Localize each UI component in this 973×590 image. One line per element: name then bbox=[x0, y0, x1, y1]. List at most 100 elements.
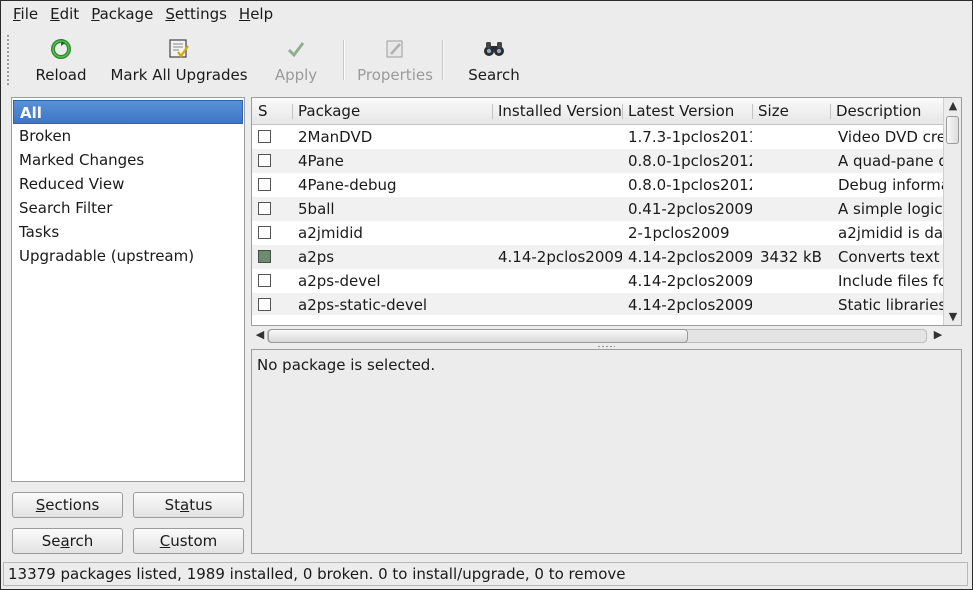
column-header-package[interactable]: Package bbox=[292, 98, 492, 125]
menu-settings-mnemonic: S bbox=[165, 5, 175, 23]
menu-file[interactable]: File bbox=[7, 2, 44, 26]
menu-file-label: ile bbox=[20, 5, 39, 23]
table-header: S Package Installed Version Latest Versi… bbox=[252, 98, 943, 125]
latest-version: 1.7.3-1pclos2011 bbox=[628, 128, 752, 146]
filter-item-reduced-view[interactable]: Reduced View bbox=[13, 172, 243, 196]
search-button[interactable]: Search bbox=[464, 32, 524, 88]
toolbar-grip[interactable] bbox=[6, 34, 10, 86]
table-row[interactable]: a2jmidid 2-1pclos2009 a2jmidid is dae bbox=[252, 221, 943, 245]
status-checkbox[interactable] bbox=[258, 274, 271, 287]
latest-version: 2-1pclos2009 bbox=[628, 224, 730, 242]
column-header-size[interactable]: Size bbox=[752, 98, 830, 125]
menu-settings-label: ettings bbox=[174, 5, 227, 23]
status-checkbox[interactable] bbox=[258, 298, 271, 311]
filter-item-tasks[interactable]: Tasks bbox=[13, 220, 243, 244]
toolbar: Reload Mark All Upgrades Apply Propertie… bbox=[0, 30, 973, 90]
latest-version: 4.14-2pclos2009 bbox=[628, 272, 752, 290]
package-details-pane: No package is selected. bbox=[251, 349, 962, 554]
package-name: a2ps-devel bbox=[298, 272, 381, 290]
status-bar: 13379 packages listed, 1989 installed, 0… bbox=[3, 562, 968, 586]
status-label: tus bbox=[189, 496, 213, 514]
table-row[interactable]: 5ball 0.41-2pclos2009 A simple logic bbox=[252, 197, 943, 221]
package-name: 5ball bbox=[298, 200, 335, 218]
installed-version bbox=[498, 149, 622, 173]
filter-item-all[interactable]: All bbox=[13, 100, 243, 124]
properties-button[interactable]: Properties bbox=[352, 32, 438, 88]
menu-package[interactable]: Package bbox=[85, 2, 159, 26]
package-name: 4Pane bbox=[298, 152, 344, 170]
menu-edit-label: dit bbox=[59, 5, 80, 23]
package-name: 4Pane-debug bbox=[298, 176, 397, 194]
latest-version: 4.14-2pclos2009 bbox=[628, 248, 752, 266]
package-name: a2jmidid bbox=[298, 224, 363, 242]
package-description: Include files fo bbox=[838, 272, 943, 290]
package-description: Static libraries bbox=[838, 296, 943, 314]
package-description: Converts text bbox=[838, 248, 940, 266]
menu-edit[interactable]: Edit bbox=[44, 2, 85, 26]
properties-label: Properties bbox=[357, 66, 433, 84]
package-description: Debug informa bbox=[838, 176, 943, 194]
package-size bbox=[760, 293, 830, 315]
vertical-scroll-thumb[interactable] bbox=[946, 116, 959, 144]
filter-item-search-filter[interactable]: Search Filter bbox=[13, 196, 243, 220]
package-description: a2jmidid is dae bbox=[838, 224, 943, 242]
menu-settings[interactable]: Settings bbox=[159, 2, 233, 26]
menu-help[interactable]: Help bbox=[233, 2, 279, 26]
column-header-description[interactable]: Description bbox=[830, 98, 943, 125]
horizontal-scroll-thumb[interactable] bbox=[268, 329, 688, 343]
package-size bbox=[760, 197, 830, 221]
status-text: 13379 packages listed, 1989 installed, 0… bbox=[8, 565, 626, 583]
reload-icon bbox=[50, 38, 72, 60]
column-header-latest-version[interactable]: Latest Version bbox=[622, 98, 752, 125]
menu-file-mnemonic: F bbox=[13, 5, 21, 23]
status-button[interactable]: St a tus bbox=[133, 492, 244, 518]
table-row[interactable]: a2ps-static-devel 4.14-2pclos2009 Static… bbox=[252, 293, 943, 315]
toolbar-separator bbox=[442, 40, 444, 80]
package-name: 2ManDVD bbox=[298, 128, 373, 146]
custom-button[interactable]: Custom bbox=[133, 528, 244, 554]
filter-item-upgradable[interactable]: Upgradable (upstream) bbox=[13, 244, 243, 268]
package-size bbox=[760, 221, 830, 245]
horizontal-scroll-track[interactable] bbox=[267, 329, 927, 343]
package-name: a2ps-static-devel bbox=[298, 296, 428, 314]
status-checkbox[interactable] bbox=[258, 202, 271, 215]
search-view-button[interactable]: Se a rch bbox=[12, 528, 123, 554]
vertical-scrollbar[interactable]: ▲ ▼ bbox=[943, 98, 961, 325]
package-description: A quad-pane d bbox=[838, 152, 943, 170]
status-checkbox[interactable] bbox=[258, 178, 271, 191]
table-row[interactable]: a2ps-devel 4.14-2pclos2009 Include files… bbox=[252, 269, 943, 293]
scroll-up-icon[interactable]: ▲ bbox=[944, 99, 961, 112]
table-row[interactable]: 4Pane-debug 0.8.0-1pclos2012 Debug infor… bbox=[252, 173, 943, 197]
package-description: A simple logic bbox=[838, 200, 943, 218]
custom-mnemonic: C bbox=[159, 532, 171, 550]
horizontal-scrollbar[interactable]: ◀ ▶ bbox=[251, 327, 962, 345]
package-size: 3432 kB bbox=[760, 248, 822, 266]
table-row[interactable]: 4Pane 0.8.0-1pclos2012 A quad-pane d bbox=[252, 149, 943, 173]
latest-version: 4.14-2pclos2009 bbox=[628, 296, 752, 314]
table-row[interactable]: a2ps 4.14-2pclos2009 4.14-2pclos2009 343… bbox=[252, 245, 943, 269]
filter-item-marked-changes[interactable]: Marked Changes bbox=[13, 148, 243, 172]
mark-all-upgrades-icon bbox=[168, 38, 190, 60]
package-size bbox=[760, 269, 830, 293]
filter-item-broken[interactable]: Broken bbox=[13, 124, 243, 148]
scroll-down-icon[interactable]: ▼ bbox=[944, 310, 961, 323]
status-checkbox-installed[interactable] bbox=[258, 250, 271, 263]
menubar: File Edit Package Settings Help bbox=[0, 0, 973, 28]
mark-all-upgrades-button[interactable]: Mark All Upgrades bbox=[108, 32, 250, 88]
reload-button[interactable]: Reload bbox=[30, 32, 92, 88]
column-header-installed-version[interactable]: Installed Version bbox=[492, 98, 622, 125]
status-checkbox[interactable] bbox=[258, 154, 271, 167]
custom-label: ustom bbox=[170, 532, 218, 550]
package-description: Video DVD cre bbox=[838, 128, 943, 146]
scroll-right-icon[interactable]: ▶ bbox=[929, 328, 947, 341]
status-checkbox[interactable] bbox=[258, 226, 271, 239]
package-size bbox=[760, 149, 830, 173]
table-row[interactable]: 2ManDVD 1.7.3-1pclos2011 Video DVD cre bbox=[252, 125, 943, 149]
apply-button[interactable]: Apply bbox=[268, 32, 324, 88]
latest-version: 0.8.0-1pclos2012 bbox=[628, 152, 752, 170]
status-checkbox[interactable] bbox=[258, 130, 271, 143]
sections-button[interactable]: Sections bbox=[12, 492, 123, 518]
column-header-status[interactable]: S bbox=[252, 98, 292, 125]
status-label-pre: St bbox=[164, 496, 180, 514]
installed-version bbox=[498, 173, 622, 197]
